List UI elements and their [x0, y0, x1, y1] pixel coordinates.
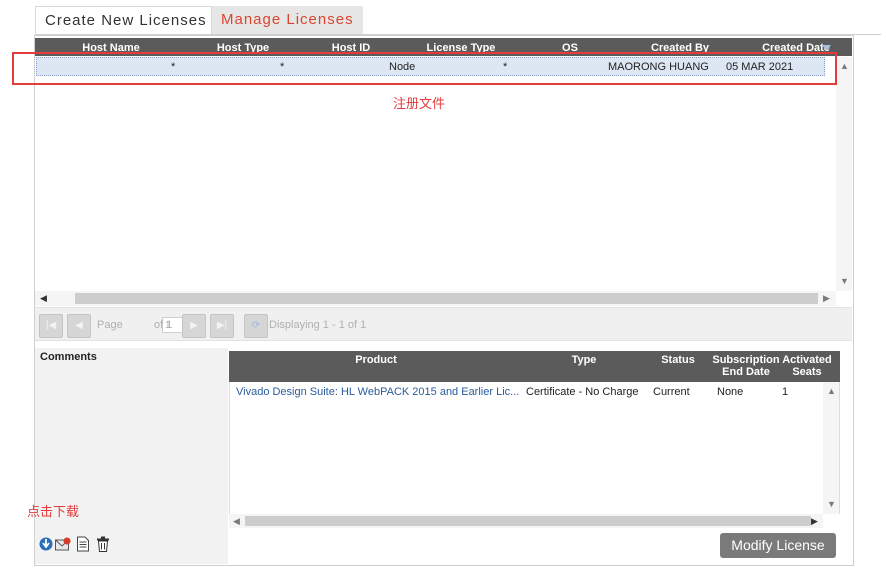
last-page-icon[interactable]: ▶|	[210, 314, 234, 338]
prev-page-icon[interactable]: ◀	[67, 314, 91, 338]
col-activated-seats[interactable]: Activated Seats	[779, 354, 835, 378]
cell-seats: 1	[782, 386, 789, 398]
trash-icon[interactable]	[96, 536, 110, 552]
scroll-down-arrow-icon[interactable]: ▼	[840, 276, 849, 286]
scroll-right-arrow-icon[interactable]: ▶	[823, 293, 830, 303]
product-link[interactable]: Vivado Design Suite: HL WebPACK 2015 and…	[236, 386, 519, 398]
tab-create-new-licenses[interactable]: Create New Licenses	[35, 6, 212, 34]
cell-end-date: None	[717, 386, 744, 398]
modify-license-button[interactable]: Modify License	[720, 533, 836, 558]
table-row[interactable]: Vivado Design Suite: HL WebPACK 2015 and…	[230, 382, 824, 402]
scroll-up-arrow-icon[interactable]: ▲	[840, 61, 849, 71]
col-status[interactable]: Status	[655, 354, 701, 366]
tab-manage-licenses[interactable]: Manage Licenses	[212, 6, 363, 34]
document-icon[interactable]	[76, 536, 90, 552]
sort-desc-icon[interactable]	[822, 45, 831, 51]
highlight-box	[12, 52, 837, 85]
scroll-up-arrow-icon[interactable]: ▲	[827, 386, 836, 396]
product-vertical-scrollbar[interactable]: ▲ ▼	[823, 382, 839, 514]
displaying-status: Displaying 1 - 1 of 1	[269, 319, 367, 331]
col-subscription-end-date[interactable]: Subscription End Date	[711, 354, 781, 378]
first-page-icon[interactable]: |◀	[39, 314, 63, 338]
scroll-left-arrow-icon[interactable]: ◀	[40, 293, 47, 303]
download-icon[interactable]	[39, 536, 53, 552]
page-label: Page	[97, 319, 123, 331]
annotation-register-file: 注册文件	[393, 96, 446, 111]
cell-type: Certificate - No Charge	[526, 386, 639, 398]
email-icon[interactable]	[55, 536, 71, 552]
product-grid-body: Vivado Design Suite: HL WebPACK 2015 and…	[229, 382, 840, 514]
grid-scroll-thumb[interactable]	[75, 293, 818, 304]
refresh-icon[interactable]: ⟳	[244, 314, 268, 338]
col-type[interactable]: Type	[561, 354, 607, 366]
annotation-click-download: 点击下载	[27, 504, 80, 519]
grid-vertical-scrollbar[interactable]: ▲ ▼	[836, 57, 852, 291]
product-scroll-thumb[interactable]	[245, 516, 811, 526]
next-page-icon[interactable]: ▶	[182, 314, 206, 338]
comments-label: Comments	[40, 351, 97, 363]
col-product[interactable]: Product	[339, 354, 413, 366]
page-total-label: of 1	[154, 319, 173, 331]
scroll-right-arrow-icon[interactable]: ▶	[811, 516, 818, 526]
pagination-bar: |◀ ◀ Page of 1 ▶ ▶| ⟳ Displaying 1 - 1 o…	[35, 307, 852, 341]
product-grid-header: Product Type Status Subscription End Dat…	[229, 351, 840, 382]
cell-status: Current	[653, 386, 690, 398]
comments-panel	[35, 348, 228, 564]
scroll-left-arrow-icon[interactable]: ◀	[233, 516, 240, 526]
scroll-down-arrow-icon[interactable]: ▼	[827, 499, 836, 509]
